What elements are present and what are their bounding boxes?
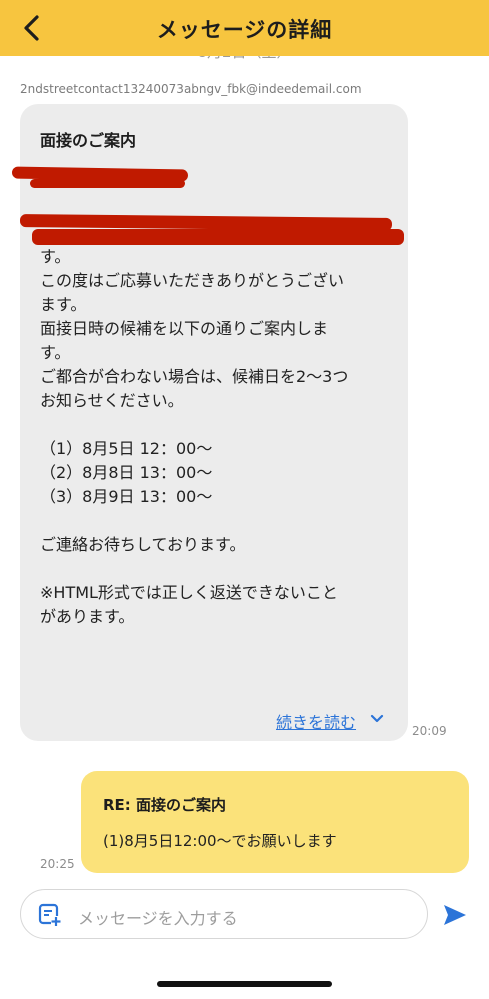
message-line: があります。 bbox=[40, 607, 135, 626]
message-line: この度はご応募いただきありがとうござい bbox=[40, 271, 345, 290]
chevron-down-icon[interactable] bbox=[370, 713, 384, 725]
message-line bbox=[40, 509, 395, 533]
send-icon[interactable] bbox=[442, 903, 468, 927]
schedule-option: （2）8月8日 13：00〜 bbox=[40, 463, 213, 482]
message-line bbox=[40, 557, 395, 581]
outgoing-message-bubble bbox=[81, 771, 469, 873]
reply-subject: RE: 面接のご案内 bbox=[103, 796, 227, 814]
home-indicator[interactable] bbox=[157, 981, 332, 987]
message-line bbox=[40, 413, 395, 437]
page-title: メッセージの詳細 bbox=[156, 18, 333, 42]
message-line: す。 bbox=[40, 247, 71, 266]
message-line: お知らせください。 bbox=[40, 391, 184, 410]
schedule-option: （1）8月5日 12：00〜 bbox=[40, 439, 213, 458]
message-line: ※HTML形式では正しく返送できないこと bbox=[40, 583, 338, 602]
read-more-link[interactable]: 続きを読む bbox=[276, 709, 356, 733]
message-timestamp: 20:09 bbox=[412, 724, 447, 738]
redaction-mark bbox=[30, 179, 185, 188]
reply-timestamp: 20:25 bbox=[40, 857, 75, 871]
reply-body: (1)8月5日12:00〜でお願いします bbox=[103, 832, 337, 850]
message-line: ご連絡お待ちしております。 bbox=[40, 535, 246, 554]
message-line: す。 bbox=[40, 343, 71, 362]
schedule-option: （3）8月9日 13：00〜 bbox=[40, 487, 213, 506]
redaction-mark bbox=[32, 229, 404, 245]
message-subject: 面接のご案内 bbox=[40, 131, 137, 150]
compose-icon[interactable] bbox=[38, 903, 62, 927]
message-body: す。 この度はご応募いただきありがとうござい ます。 面接日時の候補を以下の通り… bbox=[40, 245, 395, 629]
sender-address: 2ndstreetcontact13240073abngv_fbk@indeed… bbox=[20, 82, 362, 96]
app-header: メッセージの詳細 bbox=[0, 0, 489, 56]
message-input-placeholder[interactable]: メッセージを入力する bbox=[78, 905, 238, 929]
message-line: ます。 bbox=[40, 295, 87, 314]
message-line: 面接日時の候補を以下の通りご案内しま bbox=[40, 319, 329, 338]
message-line: ご都合が合わない場合は、候補日を2〜3つ bbox=[40, 367, 349, 386]
